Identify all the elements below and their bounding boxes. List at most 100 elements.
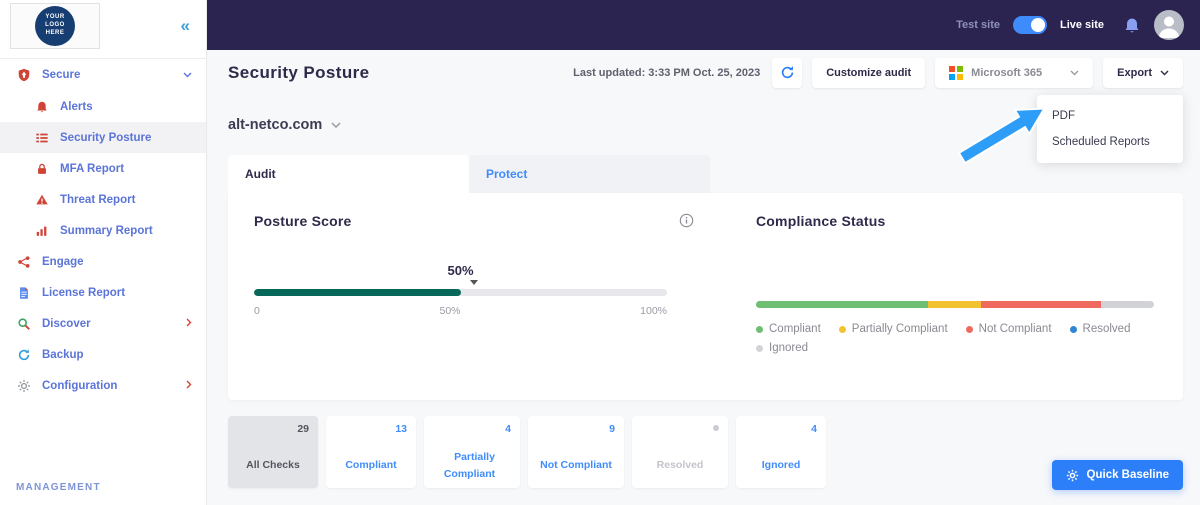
microsoft-logo-icon [949, 65, 964, 80]
chevron-right-icon [186, 380, 192, 392]
stat-label: Not Compliant [540, 459, 612, 472]
notifications-bell-icon[interactable] [1123, 17, 1141, 34]
site-toggle[interactable] [1012, 16, 1047, 34]
export-item-label: PDF [1052, 110, 1075, 122]
tab-protect[interactable]: Protect [469, 155, 710, 193]
logo-badge: YOUR LOGO HERE [35, 6, 75, 46]
stat-card-compliant[interactable]: 13 Compliant [326, 416, 416, 488]
compliance-legend: Compliant Partially Compliant Not Compli… [756, 323, 1186, 354]
tab-audit[interactable]: Audit [228, 155, 469, 193]
sidebar-item-alerts[interactable]: Alerts [0, 91, 206, 122]
legend-dot [756, 344, 763, 352]
posture-score-section: Posture Score 50% 0 50% 100% [254, 213, 694, 380]
chevron-right-icon [186, 318, 192, 330]
legend-label: Not Compliant [978, 323, 1052, 335]
sidebar-item-label: Security Posture [60, 131, 152, 144]
test-site-label: Test site [956, 19, 1000, 31]
legend-partially-compliant: Partially Compliant [838, 323, 948, 335]
info-icon[interactable] [679, 213, 694, 233]
stat-card-partially-compliant[interactable]: 4 Partially Compliant [424, 416, 520, 488]
stat-label: Partially Compliant [443, 450, 496, 480]
security-posture-icon [34, 131, 50, 145]
page-title: Security Posture [228, 62, 370, 82]
legend-dot [838, 325, 846, 333]
tab-audit-label: Audit [245, 167, 276, 181]
stat-card-resolved[interactable]: Resolved [632, 416, 728, 488]
alerts-icon [34, 100, 50, 114]
stat-card-all-checks[interactable]: 29 All Checks [228, 416, 318, 488]
stat-value: 4 [505, 423, 511, 435]
share-icon [16, 255, 32, 269]
sidebar-item-label: Alerts [60, 100, 93, 113]
tenant-label: Microsoft 365 [971, 66, 1043, 79]
magnifier-icon [16, 317, 32, 331]
live-site-label: Live site [1059, 19, 1104, 31]
sidebar-item-configuration[interactable]: Configuration [0, 370, 206, 401]
refresh-button[interactable] [772, 57, 803, 88]
quick-baseline-button[interactable]: Quick Baseline [1051, 460, 1183, 490]
scale-mid-label: 50% [439, 305, 461, 317]
tenant-domain-selector[interactable]: alt-netco.com [228, 113, 341, 137]
chart-icon [34, 224, 50, 238]
topbar: Test site Live site [207, 0, 1200, 50]
sidebar-item-summary-report[interactable]: Summary Report [0, 215, 206, 246]
export-dropdown-menu: PDF Scheduled Reports [1037, 95, 1183, 163]
stat-value: 4 [811, 423, 817, 435]
sidebar-item-threat-report[interactable]: Threat Report [0, 184, 206, 215]
stat-value: 29 [297, 423, 309, 435]
sidebar-item-security-posture[interactable]: Security Posture [0, 122, 206, 153]
segment-partially-compliant [928, 301, 982, 308]
sidebar-item-backup[interactable]: Backup [0, 339, 206, 370]
last-updated-text: Last updated: 3:33 PM Oct. 25, 2023 [573, 66, 761, 79]
legend-dot [1069, 325, 1077, 333]
scale-min-label: 0 [254, 305, 260, 317]
warning-icon [34, 193, 50, 207]
stat-card-not-compliant[interactable]: 9 Not Compliant [528, 416, 624, 488]
legend-dot [965, 325, 973, 333]
posture-score-fill [254, 289, 461, 296]
legend-label: Ignored [769, 342, 809, 354]
legend-label: Compliant [769, 323, 821, 335]
legend-dot [756, 325, 763, 333]
sidebar-item-label: Discover [42, 317, 91, 330]
sidebar-collapse-icon[interactable]: « [181, 16, 190, 36]
tenant-selector[interactable]: Microsoft 365 [935, 57, 1094, 88]
sidebar-item-label: Backup [42, 348, 84, 361]
sidebar-item-secure[interactable]: Secure [0, 58, 206, 91]
compliance-stacked-bar [756, 301, 1154, 308]
chevron-down-icon [331, 116, 341, 134]
posture-score-value: 50% [447, 263, 474, 278]
customize-audit-button[interactable]: Customize audit [812, 57, 926, 88]
logo-text-3: HERE [45, 29, 65, 36]
stat-label: Compliant [345, 459, 397, 472]
main-area: Test site Live site Security Posture Las… [207, 0, 1200, 505]
sidebar-item-label: Summary Report [60, 224, 153, 237]
user-avatar[interactable] [1154, 10, 1184, 40]
logo-text-2: LOGO [45, 22, 65, 29]
sidebar-item-label: Threat Report [60, 193, 136, 206]
stat-card-ignored[interactable]: 4 Ignored [736, 416, 826, 488]
export-menu-item-pdf[interactable]: PDF [1037, 103, 1183, 129]
chevron-down-icon [183, 69, 192, 81]
logo-row: YOUR LOGO HERE « [0, 0, 206, 52]
sidebar: YOUR LOGO HERE « Secure Alerts Security … [0, 0, 207, 505]
stat-label: All Checks [246, 459, 300, 472]
sidebar-item-mfa-report[interactable]: MFA Report [0, 153, 206, 184]
sidebar-item-license-report[interactable]: License Report [0, 277, 206, 308]
tab-bar: Audit Protect [228, 155, 710, 193]
scale-max-label: 100% [640, 305, 667, 317]
segment-ignored [1100, 301, 1154, 308]
sidebar-item-discover[interactable]: Discover [0, 308, 206, 339]
score-caret-icon [470, 280, 478, 285]
export-label: Export [1117, 66, 1152, 79]
compliance-status-title: Compliance Status [756, 213, 886, 229]
posture-score-bar [254, 289, 667, 296]
gear-icon [16, 379, 32, 393]
export-button[interactable]: Export [1103, 57, 1183, 88]
logo-text-1: YOUR [45, 14, 65, 21]
sidebar-item-engage[interactable]: Engage [0, 246, 206, 277]
content-area: alt-netco.com Audit Protect Posture Scor… [207, 113, 1200, 490]
export-menu-item-scheduled-reports[interactable]: Scheduled Reports [1037, 129, 1183, 155]
toggle-knob [1030, 18, 1045, 32]
quick-baseline-label: Quick Baseline [1086, 469, 1169, 481]
